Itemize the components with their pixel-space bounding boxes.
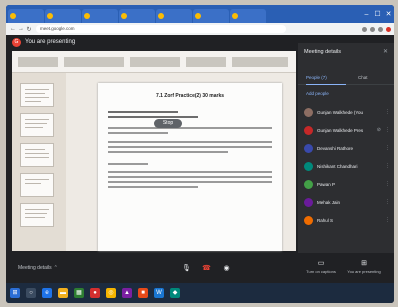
browser-tab-strip: – ☐ ✕: [6, 5, 394, 283]
monitor-screen: – ☐ ✕ ← → ↻ meet.google.com G You are pr…: [6, 5, 394, 303]
stop-presenting-pill[interactable]: Stop: [154, 119, 182, 128]
participant-row[interactable]: Pawan P ⋮: [304, 177, 390, 191]
page-thumbnails: [12, 73, 66, 251]
edge-icon[interactable]: e: [42, 288, 52, 298]
avatar: [304, 107, 313, 117]
camera-button[interactable]: ◉: [221, 263, 232, 274]
store-icon[interactable]: ▦: [74, 288, 84, 298]
page-thumbnail: [20, 173, 54, 197]
browser-tab[interactable]: [156, 9, 192, 23]
presenting-banner: G You are presenting: [6, 35, 298, 49]
app-icon[interactable]: W: [154, 288, 164, 298]
page-thumbnail: [20, 113, 54, 137]
meet-window: G You are presenting 7.1 Zorf Practice(2…: [6, 35, 394, 283]
participant-row[interactable]: Nishikant Chandhari ⋮: [304, 159, 390, 173]
app-icon[interactable]: ●: [90, 288, 100, 298]
extension-icons: [362, 26, 391, 32]
panel-title: Meeting details: [304, 49, 341, 55]
url-field[interactable]: meet.google.com: [36, 25, 286, 33]
page-thumbnail: [20, 143, 54, 167]
present-screen-icon: ⊞: [361, 260, 367, 267]
reload-icon[interactable]: ↻: [25, 26, 33, 33]
more-options-icon[interactable]: ⋮: [385, 145, 390, 151]
panel-tabs: People (7) Chat: [298, 73, 394, 85]
more-options-icon[interactable]: ⋮: [385, 109, 390, 115]
app-icon[interactable]: ▲: [122, 288, 132, 298]
tab-favicon-icon: [47, 13, 53, 19]
more-options-icon[interactable]: ⋮: [385, 163, 390, 169]
participant-row[interactable]: Rahul S ⋮: [304, 213, 390, 227]
browser-tab[interactable]: [119, 9, 155, 23]
avatar: [304, 215, 313, 225]
participant-row[interactable]: Gunjan Walkhede (You) ⋮: [304, 105, 390, 119]
add-people-button[interactable]: Add people: [306, 91, 329, 96]
captions-button[interactable]: ▭ Turn on captions: [306, 259, 336, 274]
presenting-text: You are presenting: [25, 39, 76, 45]
browser-tab[interactable]: [230, 9, 266, 23]
page-thumbnail: [20, 203, 54, 227]
word-ribbon: [12, 51, 296, 73]
page-thumbnail: [20, 83, 54, 107]
back-arrow-icon[interactable]: ←: [9, 26, 17, 32]
windows-taskbar: ⊞ ○ e ▬ ▦ ● ◎ ▲ ■ W ◆: [6, 283, 394, 303]
minimize-button[interactable]: –: [361, 11, 372, 18]
captions-icon: ▭: [317, 260, 325, 267]
chrome-icon[interactable]: ◎: [106, 288, 116, 298]
tab-favicon-icon: [195, 13, 201, 19]
tab-people[interactable]: People (7): [306, 73, 346, 85]
maximize-button[interactable]: ☐: [372, 10, 383, 18]
presenting-button[interactable]: ⊞ You are presenting: [346, 259, 382, 274]
search-icon[interactable]: ○: [26, 288, 36, 298]
chevron-up-icon: ⌃: [53, 265, 58, 271]
tab-favicon-icon: [10, 13, 16, 19]
end-call-button[interactable]: ☎: [201, 263, 212, 274]
window-controls: – ☐ ✕: [361, 5, 394, 23]
browser-tab[interactable]: [82, 9, 118, 23]
microphone-button[interactable]: 🎙: [181, 263, 192, 274]
avatar: [304, 161, 313, 171]
browser-tab[interactable]: [193, 9, 229, 23]
participant-row[interactable]: Devanshi Rathore ⋮: [304, 141, 390, 155]
extension-icon[interactable]: [378, 26, 383, 32]
address-bar: ← → ↻ meet.google.com: [6, 23, 394, 35]
close-icon[interactable]: ✕: [383, 48, 388, 55]
avatar: [304, 179, 313, 189]
extension-icon[interactable]: [362, 26, 367, 32]
avatar: [304, 125, 313, 135]
tab-chat[interactable]: Chat: [358, 73, 368, 85]
file-explorer-icon[interactable]: ▬: [58, 288, 68, 298]
presenter-avatar: G: [12, 37, 21, 47]
more-options-icon[interactable]: ⋮: [385, 181, 390, 187]
browser-tab[interactable]: [8, 9, 44, 23]
tab-favicon-icon: [121, 13, 127, 19]
avatar: [304, 143, 313, 153]
extension-icon[interactable]: [370, 26, 375, 32]
meeting-details-button[interactable]: Meeting details ⌃: [18, 265, 58, 271]
tab-favicon-icon: [84, 13, 90, 19]
more-options-icon[interactable]: ⋮: [385, 199, 390, 205]
meeting-details-panel: Meeting details ✕ People (7) Chat Add pe…: [298, 43, 394, 253]
document-heading: 7.1 Zorf Practice(2) 30 marks: [155, 93, 225, 99]
participant-row[interactable]: Gunjan Walkhede Presentation ⊘⋮: [304, 123, 390, 137]
more-options-icon[interactable]: ⋮: [385, 217, 390, 223]
app-icon[interactable]: ◆: [170, 288, 180, 298]
profile-avatar-icon[interactable]: [386, 26, 391, 32]
more-options-icon[interactable]: ⋮: [385, 127, 390, 133]
start-icon[interactable]: ⊞: [10, 288, 20, 298]
tab-favicon-icon: [158, 13, 164, 19]
browser-tab[interactable]: [45, 9, 81, 23]
tab-favicon-icon: [232, 13, 238, 19]
app-icon[interactable]: ■: [138, 288, 148, 298]
meeting-controls: Meeting details ⌃ 🎙 ☎ ◉ ▭ Turn on captions…: [6, 253, 394, 283]
close-window-button[interactable]: ✕: [383, 10, 394, 18]
forward-arrow-icon[interactable]: →: [17, 26, 25, 32]
mic-off-icon: ⊘: [376, 127, 381, 133]
document-page: 7.1 Zorf Practice(2) 30 marks Stop: [98, 83, 282, 251]
avatar: [304, 197, 313, 207]
shared-screen: 7.1 Zorf Practice(2) 30 marks Stop: [12, 51, 296, 251]
participant-row[interactable]: Mehak Jain ⋮: [304, 195, 390, 209]
